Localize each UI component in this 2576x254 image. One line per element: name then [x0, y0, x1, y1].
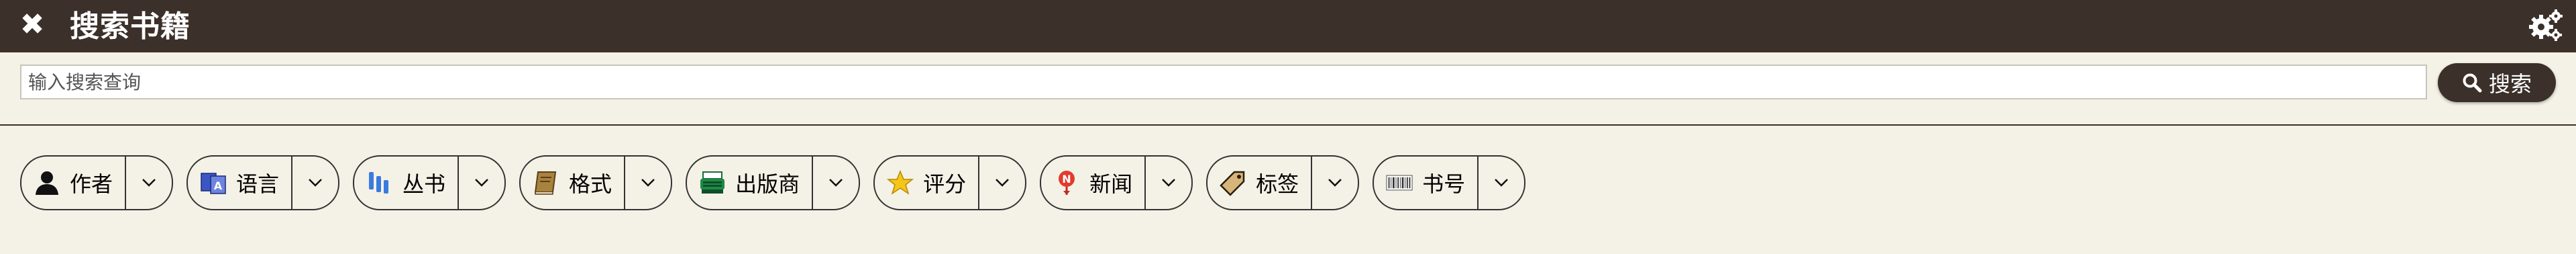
facet-label: 新闻 — [1089, 171, 1133, 197]
close-icon: ✖ — [19, 7, 45, 42]
chevron-down-icon — [142, 179, 156, 187]
facet-isbn-dropdown[interactable] — [1479, 157, 1524, 209]
search-row: 搜索 — [0, 52, 2576, 124]
svg-text:A: A — [214, 179, 223, 192]
chevron-down-icon — [641, 179, 655, 187]
search-button-label: 搜索 — [2488, 71, 2532, 97]
gear-icon — [2529, 9, 2563, 41]
facet-label: 丛书 — [402, 171, 446, 197]
search-icon — [2463, 73, 2482, 93]
facet-tags-dropdown[interactable] — [1312, 157, 1358, 209]
facet-series: 丛书 — [353, 155, 506, 210]
chevron-down-icon — [475, 179, 488, 187]
news-icon: N — [1053, 169, 1080, 196]
facet-format: 格式 — [519, 155, 673, 210]
facet-publisher-button[interactable]: 出版商 — [687, 157, 812, 209]
facet-author-button[interactable]: 作者 — [21, 157, 125, 209]
facet-tags-button[interactable]: 标签 — [1208, 157, 1311, 209]
facet-label: 标签 — [1256, 171, 1299, 197]
facet-publisher-dropdown[interactable] — [813, 157, 859, 209]
facet-language-button[interactable]: A 语言 — [188, 157, 291, 209]
chevron-down-icon — [996, 179, 1009, 187]
search-input[interactable] — [20, 65, 2427, 99]
facet-label: 语言 — [236, 171, 280, 197]
facet-format-button[interactable]: 格式 — [521, 157, 624, 209]
svg-text:N: N — [1062, 173, 1071, 185]
facet-rating: 评分 — [873, 155, 1027, 210]
book-icon — [533, 169, 559, 196]
page-title: 搜索书籍 — [70, 9, 191, 44]
language-icon: A — [200, 169, 227, 196]
person-icon — [34, 169, 60, 196]
facet-news-dropdown[interactable] — [1146, 157, 1191, 209]
publisher-icon — [699, 169, 726, 196]
barcode-icon — [1386, 169, 1413, 196]
close-button[interactable]: ✖ — [17, 10, 47, 40]
facet-label: 作者 — [70, 171, 113, 197]
facet-publisher: 出版商 — [686, 155, 861, 210]
facet-rating-button[interactable]: 评分 — [875, 157, 978, 209]
settings-button[interactable] — [2526, 8, 2564, 43]
divider — [0, 124, 2576, 126]
facet-label: 书号 — [1422, 171, 1466, 197]
facet-author: 作者 — [20, 155, 174, 210]
facet-label: 格式 — [569, 171, 612, 197]
tag-icon — [1220, 169, 1246, 196]
facet-author-dropdown[interactable] — [126, 157, 172, 209]
chevron-down-icon — [1495, 179, 1509, 187]
chevron-down-icon — [1328, 179, 1342, 187]
facet-news-button[interactable]: N 新闻 — [1041, 157, 1144, 209]
facet-bar: 作者 A 语言 丛书 格式 出版商 评分 N 新闻 标签 书号 — [20, 155, 1526, 210]
chevron-down-icon — [309, 179, 322, 187]
top-bar: ✖ 搜索书籍 — [0, 0, 2576, 52]
chevron-down-icon — [829, 179, 843, 187]
facet-tags: 标签 — [1206, 155, 1360, 210]
facet-label: 出版商 — [735, 171, 800, 197]
facet-rating-dropdown[interactable] — [979, 157, 1025, 209]
facet-language-dropdown[interactable] — [292, 157, 338, 209]
facet-label: 评分 — [923, 171, 967, 197]
star-icon — [887, 169, 914, 196]
chevron-down-icon — [1162, 179, 1175, 187]
facet-series-dropdown[interactable] — [459, 157, 504, 209]
facet-language: A 语言 — [186, 155, 340, 210]
facet-isbn-button[interactable]: 书号 — [1374, 157, 1477, 209]
series-icon — [366, 169, 393, 196]
facet-isbn: 书号 — [1373, 155, 1526, 210]
facet-news: N 新闻 — [1040, 155, 1193, 210]
facet-format-dropdown[interactable] — [625, 157, 671, 209]
facet-series-button[interactable]: 丛书 — [354, 157, 458, 209]
search-button[interactable]: 搜索 — [2438, 63, 2556, 102]
